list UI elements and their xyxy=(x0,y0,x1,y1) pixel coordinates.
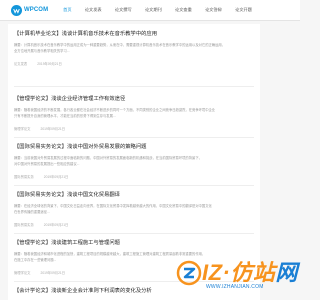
top-navigation-bar: WPCOM 首页 论文发表 论文撰写 论文期刊 论文查重 论文答辩 论文开题 xyxy=(0,0,300,21)
article-summary: 摘要：计算机音乐技术在音乐教学中的运用正成为一种重要趋势，从而在中，需要重视计算… xyxy=(14,42,254,54)
nav-item-publish[interactable]: 论文发表 xyxy=(85,7,102,13)
article-category[interactable]: 管理学论文 xyxy=(14,270,30,275)
nav-item-plagiarism[interactable]: 论文查重 xyxy=(175,7,192,13)
summary-line: 对中国对外贸易的发展提出一些相应的建议... xyxy=(14,162,80,166)
nav-item-writing[interactable]: 论文撰写 xyxy=(115,7,132,13)
nav-item-home[interactable]: 首页 xyxy=(63,7,71,13)
watermark-url: WWW.IZHANJIAN.COM xyxy=(206,284,264,290)
watermark-main: IZ·仿站 xyxy=(202,260,276,285)
nav-item-defense[interactable]: 论文答辩 xyxy=(205,7,222,13)
article-title[interactable]: 【国际贸易实务论文】浅谈中国对外贸易发展的策略问题 xyxy=(14,143,254,152)
article-category[interactable]: 国际贸易实务 xyxy=(14,222,34,227)
article-summary: 摘要：在经济全球化的背景下，中国文化日益走向世界，在国际文化贸易中发挥着越来越大… xyxy=(14,203,254,215)
watermark: IZ·仿站网 WWW.IZHANJIAN.COM xyxy=(176,246,300,300)
watermark-brand: IZ·仿站网 xyxy=(202,262,298,284)
article-item: 【国际贸易实务论文】浅谈中国对外贸易发展的策略问题 摘要：当前我国对外贸易发展的… xyxy=(8,138,260,186)
nav-item-journals[interactable]: 论文期刊 xyxy=(145,7,162,13)
article-title[interactable]: 【计算机毕业论文】浅谈计算机音乐技术在音乐教学中的应用 xyxy=(14,30,254,39)
article-meta: 论文发表 2019年09月21日 xyxy=(14,61,254,66)
article-meta: 国际贸易实务 2019年09月21日 xyxy=(14,222,254,227)
summary-line: 只有不断提升自身的管理水平，才能在当前的形势下得到生存与发展... xyxy=(14,114,116,118)
watermark-logo-icon xyxy=(176,260,202,286)
article-meta: 国际贸易实务 2019年09月21日 xyxy=(14,174,254,179)
article-item: 【国际贸易实务论文】浅谈中国文化贸易翻译 摘要：在经济全球化的背景下，中国文化日… xyxy=(8,186,260,234)
article-date: 2019年09月21日 xyxy=(40,127,66,131)
article-date: 2019年09月21日 xyxy=(37,62,62,66)
summary-line: 在世界传播的重要途径... xyxy=(14,210,50,214)
site-logo[interactable]: WPCOM xyxy=(11,4,49,16)
logo-text: WPCOM xyxy=(24,7,49,13)
logo-icon xyxy=(11,4,22,16)
summary-line: 全方位地开展与音乐教学相关的学习... xyxy=(14,49,70,53)
article-date: 2019年09月21日 xyxy=(43,223,69,227)
main-nav: 首页 论文发表 论文撰写 论文期刊 论文查重 论文答辩 论文开题 xyxy=(63,7,265,13)
article-category[interactable]: 国际贸易实务 xyxy=(14,174,34,179)
article-summary: 摘要：当前我国对外贸易发展的过程中面临新的问题，中国对外贸易的发展面临新的机遇和… xyxy=(14,155,254,167)
watermark-tail: 网 xyxy=(275,260,298,285)
article-category[interactable]: 管理学论文 xyxy=(14,126,30,131)
nav-item-proposal[interactable]: 论文开题 xyxy=(235,7,252,13)
article-category[interactable]: 论文发表 xyxy=(14,61,27,66)
article-title[interactable]: 【管理学论文】浅谈企业经济管理工作有效途径 xyxy=(14,95,254,104)
article-meta: 管理学论文 2019年09月21日 xyxy=(14,126,254,131)
article-date: 2019年09月21日 xyxy=(40,271,66,275)
article-item: 【计算机毕业论文】浅谈计算机音乐技术在音乐教学中的应用 摘要：计算机音乐技术在音… xyxy=(8,24,260,87)
article-date: 2019年09月21日 xyxy=(43,175,69,179)
article-summary: 摘要：随着我国经济的不断发展，各行各业都在社会经济不断进步的同时一个方面，不同类… xyxy=(14,107,254,119)
article-title[interactable]: 【国际贸易实务论文】浅谈中国文化贸易翻译 xyxy=(14,191,254,200)
article-item: 【管理学论文】浅谈企业经济管理工作有效途径 摘要：随着我国经济的不断发展，各行各… xyxy=(8,87,260,138)
